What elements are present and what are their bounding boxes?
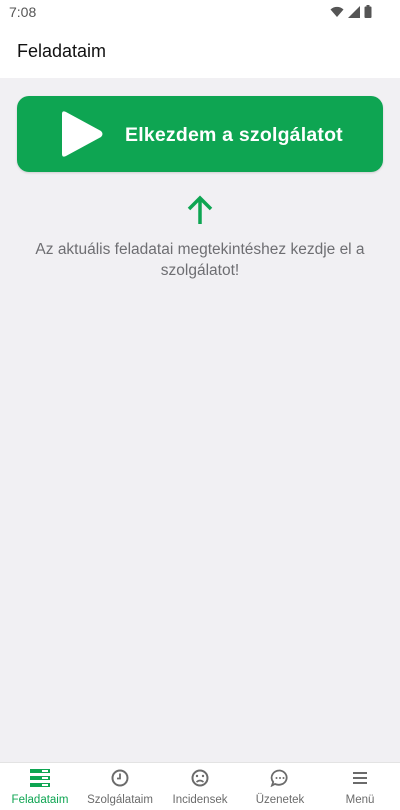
bottom-navigation: Feladataim Szolgálataim Incidensek Üzene… [0,762,400,810]
sad-face-icon [191,769,209,787]
arrow-up-icon [187,195,213,224]
nav-label-menu: Menü [345,794,375,806]
wifi-icon [330,6,344,17]
nav-label-feladataim: Feladataim [11,794,69,806]
tasks-icon [30,769,50,787]
status-time: 7:08 [9,4,37,20]
main-content: Elkezdem a szolgálatot Az aktuális felad… [0,78,400,762]
play-icon [62,111,103,157]
start-shift-button[interactable]: Elkezdem a szolgálatot [17,96,383,172]
start-shift-label: Elkezdem a szolgálatot [125,124,343,146]
nav-item-uzenetek[interactable]: Üzenetek [240,763,320,810]
clock-icon [111,769,129,787]
nav-item-incidensek[interactable]: Incidensek [160,763,240,810]
nav-label-uzenetek: Üzenetek [255,794,305,806]
app-bar: Feladataim [0,24,400,78]
page-title: Feladataim [17,41,107,61]
nav-label-szolgalataim: Szolgálataim [87,794,153,806]
hamburger-menu-icon [353,772,367,784]
nav-label-incidensek: Incidensek [172,794,228,806]
battery-icon [364,5,372,18]
status-bar: 7:08 [0,0,400,24]
hint-text: Az aktuális feladatai megtekintéshez kez… [35,241,365,279]
nav-item-szolgalataim[interactable]: Szolgálataim [80,763,160,810]
status-icons [330,5,372,18]
chat-bubble-icon [270,769,288,787]
signal-icon [348,5,360,18]
nav-item-menu[interactable]: Menü [320,763,400,810]
nav-item-feladataim[interactable]: Feladataim [0,763,80,810]
